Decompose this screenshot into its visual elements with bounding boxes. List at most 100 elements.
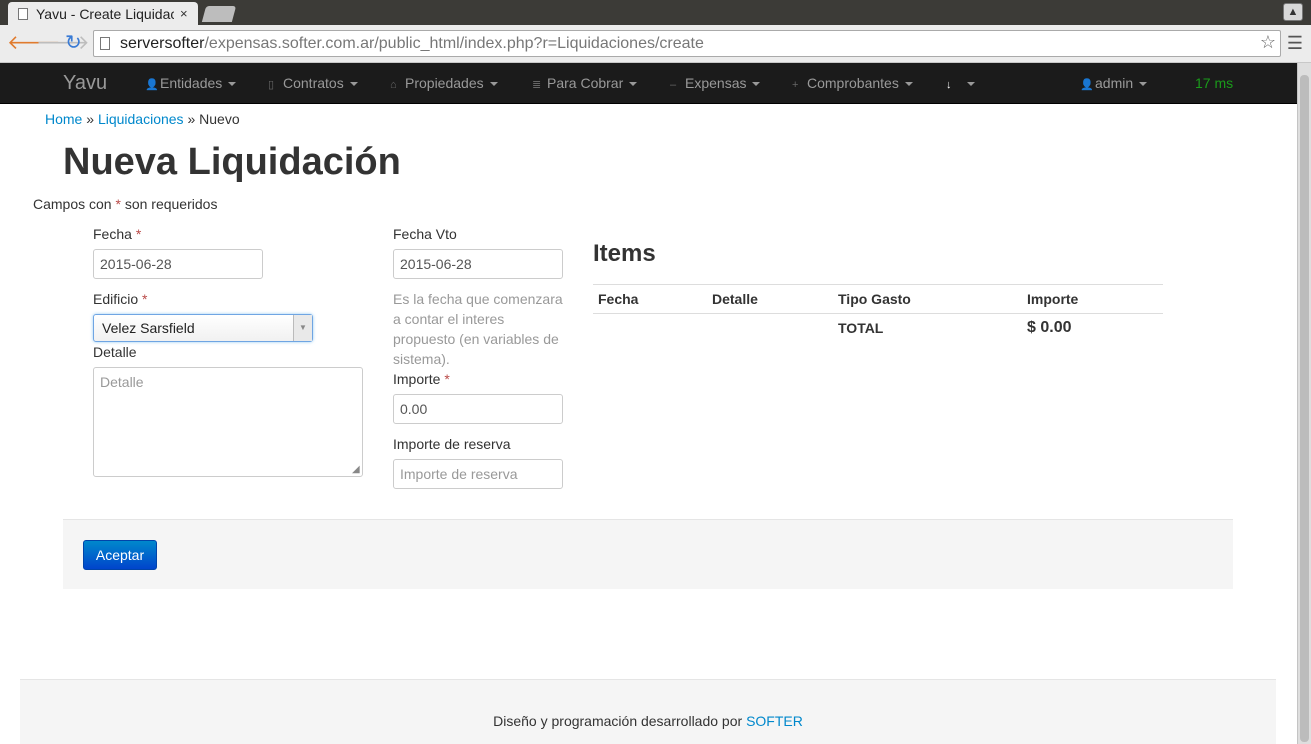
address-bar[interactable]: serversofter/expensas.softer.com.ar/publ… — [93, 30, 1281, 57]
importe-label-text: Importe — [393, 371, 441, 387]
footer-link-softer[interactable]: SOFTER — [746, 713, 803, 729]
required-note: Campos con * son requeridos — [33, 196, 217, 212]
submit-button[interactable]: Aceptar — [83, 540, 157, 570]
window-menu-icon[interactable]: ▲ — [1283, 3, 1303, 21]
nav-item-label: Propiedades — [405, 75, 484, 91]
breadcrumb-home[interactable]: Home — [45, 111, 82, 127]
importe-label: Importe * — [393, 371, 450, 387]
tab-close-icon[interactable]: × — [180, 6, 188, 21]
table-total-row: TOTAL $ 0.00 — [593, 313, 1163, 343]
caret-down-icon — [904, 82, 913, 87]
app-navbar: Yavu 👤Entidades ▯ Contratos ⌂ Propiedades … — [0, 63, 1297, 104]
total-label: TOTAL — [833, 313, 1022, 343]
user-icon: 👤 — [145, 79, 159, 91]
new-tab-button[interactable] — [201, 6, 237, 22]
nav-item-contratos[interactable]: ▯ Contratos — [268, 75, 358, 91]
caret-down-icon — [967, 82, 975, 87]
home-icon: ⌂ — [390, 79, 397, 91]
url-host: serversofter — [120, 34, 205, 52]
table-cell — [707, 313, 833, 343]
footer: Diseño y programación desarrollado por S… — [20, 679, 1276, 744]
brand[interactable]: Yavu — [63, 72, 107, 95]
fecha-vto-input[interactable] — [393, 249, 563, 279]
breadcrumb-liquidaciones[interactable]: Liquidaciones — [98, 111, 184, 127]
caret-down-icon — [349, 82, 358, 87]
browser-menu-icon[interactable]: ☰ — [1287, 33, 1303, 54]
breadcrumb: Home » Liquidaciones » Nuevo — [45, 111, 240, 127]
column-header-fecha: Fecha — [593, 284, 707, 314]
nav-item-propiedades[interactable]: ⌂ Propiedades — [390, 75, 498, 91]
table-cell — [593, 313, 707, 343]
nav-item-expensas[interactable]: – Expensas — [670, 75, 761, 91]
items-title: Items — [593, 240, 656, 267]
reload-icon[interactable]: ↻ — [65, 32, 82, 54]
edificio-label-text: Edificio — [93, 291, 139, 307]
form-actions: Aceptar — [63, 519, 1233, 589]
browser-tab[interactable]: Yavu - Create Liquidaciones × — [8, 2, 198, 25]
fecha-input[interactable] — [93, 249, 263, 279]
nav-item-label: Entidades — [160, 75, 223, 91]
browser-tabstrip: Yavu - Create Liquidaciones × ▲ — [0, 0, 1311, 25]
scrollbar-thumb[interactable] — [1300, 75, 1309, 742]
fecha-label-text: Fecha — [93, 226, 132, 242]
url-path: /expensas.softer.com.ar/public_html/inde… — [204, 34, 704, 52]
required-note-prefix: Campos con — [33, 196, 112, 212]
nav-item-label: Para Cobrar — [547, 75, 624, 91]
total-value: $ 0.00 — [1022, 313, 1163, 343]
edificio-select[interactable]: Velez Sarsfield ▼ — [93, 314, 313, 342]
page-icon — [100, 37, 110, 50]
page-icon — [18, 7, 28, 20]
nav-item-label: Contratos — [283, 75, 344, 91]
caret-down-icon — [489, 82, 498, 87]
items-table: Fecha Detalle Tipo Gasto Importe TOTAL $… — [593, 284, 1163, 343]
timing-indicator: 17 ms — [1195, 75, 1234, 91]
edificio-selected-value: Velez Sarsfield — [102, 320, 195, 336]
caret-down-icon — [752, 82, 761, 87]
breadcrumb-separator: » — [86, 111, 95, 127]
detalle-label: Detalle — [93, 344, 137, 360]
importe-reserva-input[interactable] — [393, 459, 563, 489]
nav-item-user[interactable]: 👤admin — [1080, 75, 1148, 91]
fecha-vto-help: Es la fecha que comenzara a contar el in… — [393, 291, 563, 367]
bookmark-star-icon[interactable]: ☆ — [1260, 32, 1276, 53]
nav-item-download[interactable]: ↓ — [946, 75, 975, 91]
download-icon: ↓ — [946, 79, 952, 91]
nav-item-label: Expensas — [685, 75, 747, 91]
required-star: * — [115, 196, 121, 212]
table-header-row: Fecha Detalle Tipo Gasto Importe — [593, 284, 1163, 314]
list-icon: ≣ — [532, 79, 542, 91]
user-name: admin — [1095, 75, 1134, 91]
importe-input[interactable] — [393, 394, 563, 424]
required-note-suffix: son requeridos — [124, 196, 218, 212]
caret-down-icon — [228, 82, 237, 87]
nav-item-label: Comprobantes — [807, 75, 899, 91]
required-star: * — [444, 371, 450, 387]
nav-item-entidades[interactable]: 👤Entidades — [145, 75, 237, 91]
edificio-label: Edificio * — [93, 291, 147, 307]
importe-reserva-label: Importe de reserva — [393, 436, 511, 452]
required-star: * — [142, 291, 148, 307]
tab-title: Yavu - Create Liquidaciones — [36, 5, 174, 22]
column-header-importe: Importe — [1022, 284, 1163, 314]
fecha-vto-label: Fecha Vto — [393, 226, 457, 242]
breadcrumb-separator: » — [187, 111, 196, 127]
user-icon: 👤 — [1080, 79, 1094, 91]
fecha-label: Fecha * — [93, 226, 141, 242]
caret-down-icon — [629, 82, 638, 87]
required-star: * — [135, 226, 142, 242]
nav-item-comprobantes[interactable]: + Comprobantes — [792, 75, 913, 91]
column-header-tipo-gasto: Tipo Gasto — [833, 284, 1022, 314]
resize-grip-icon[interactable]: ◢ — [352, 464, 360, 475]
breadcrumb-current: Nuevo — [199, 111, 240, 127]
file-icon: ▯ — [268, 79, 275, 91]
plus-icon: + — [792, 79, 799, 91]
page-title: Nueva Liquidación — [63, 141, 401, 183]
caret-down-icon — [1139, 82, 1148, 87]
page-scrollbar[interactable] — [1297, 63, 1311, 744]
footer-text: Diseño y programación desarrollado por — [493, 713, 743, 729]
detalle-textarea[interactable] — [93, 367, 363, 477]
browser-toolbar: 🡐 🡒 ↻ serversofter/expensas.softer.com.a… — [0, 25, 1311, 63]
nav-item-para-cobrar[interactable]: ≣ Para Cobrar — [532, 75, 638, 91]
column-header-detalle: Detalle — [707, 284, 833, 314]
select-arrow-icon[interactable]: ▼ — [293, 315, 312, 341]
